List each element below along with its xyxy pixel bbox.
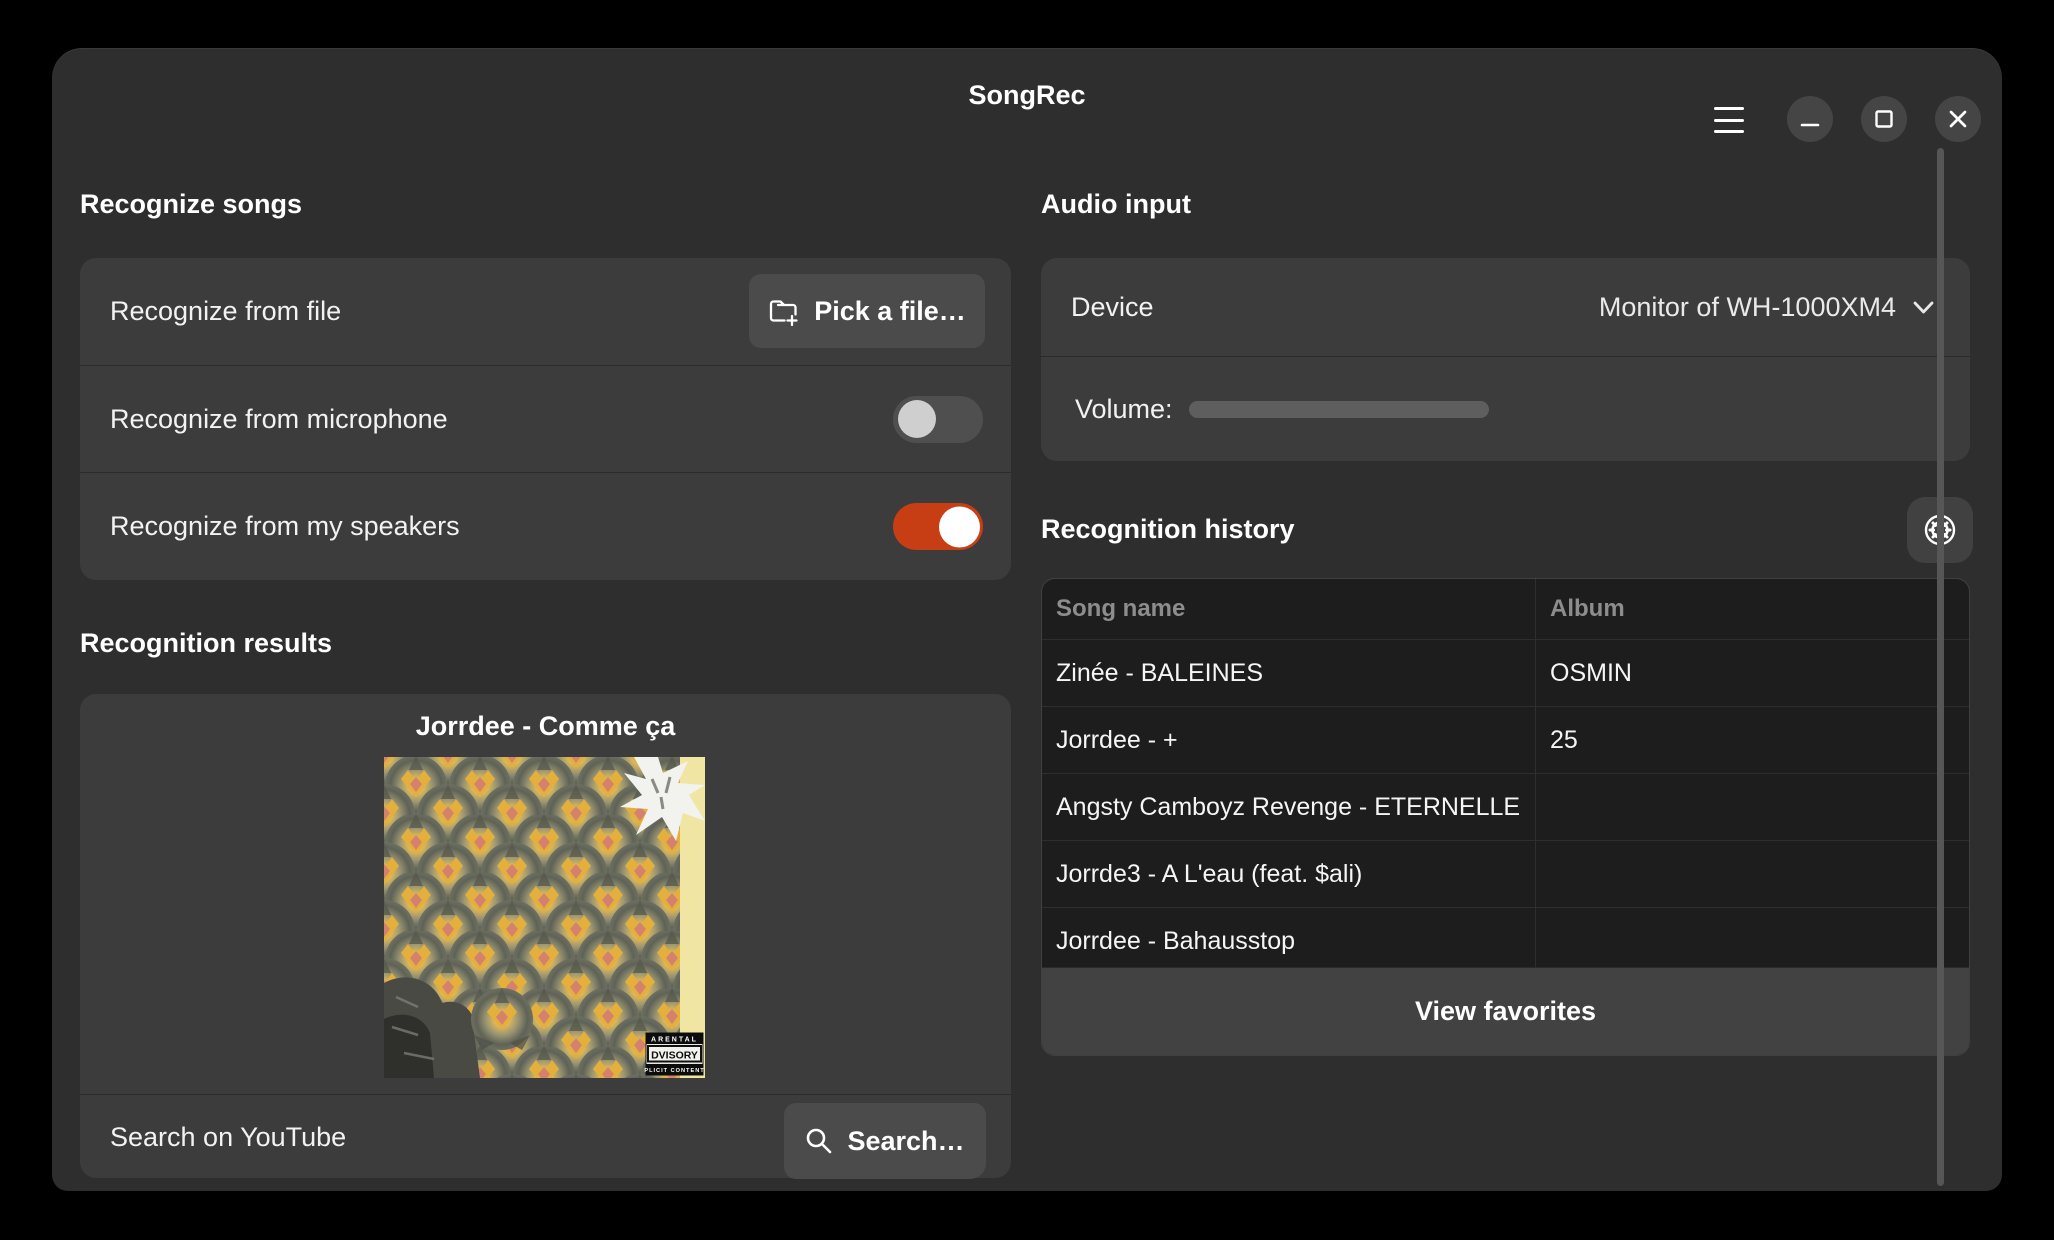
history-song-cell: Zinée - BALEINES	[1042, 639, 1535, 706]
history-song-cell: Angsty Camboyz Revenge - ETERNELLE	[1042, 773, 1535, 840]
songrec-window: SongRec Recognize songs Recognize from f…	[52, 48, 2002, 1191]
device-row: Device Monitor of WH-1000XM4	[1041, 258, 1970, 356]
history-album-cell	[1535, 907, 1969, 974]
recognize-songs-heading: Recognize songs	[80, 186, 302, 222]
history-row[interactable]: Jorrdee - Bahausstop	[1042, 907, 1969, 974]
hamburger-icon	[1714, 107, 1744, 110]
volume-label: Volume:	[1075, 394, 1173, 425]
recognition-history-heading: Recognition history	[1041, 511, 1295, 547]
youtube-search-button[interactable]: Search…	[784, 1103, 986, 1179]
window-title: SongRec	[52, 48, 2002, 142]
parental-advisory-label: ARENTAL DVISORY PLICIT CONTENT	[644, 1033, 704, 1075]
recognize-from-microphone-row: Recognize from microphone	[80, 365, 1011, 473]
history-row[interactable]: Angsty Camboyz Revenge - ETERNELLE	[1042, 773, 1969, 840]
audio-input-heading: Audio input	[1041, 186, 1191, 222]
history-song-cell: Jorrdee - Bahausstop	[1042, 907, 1535, 974]
column-header-album: Album	[1535, 579, 1969, 639]
history-song-cell: Jorrde3 - A L'eau (feat. $ali)	[1042, 840, 1535, 907]
youtube-search-label: Search…	[847, 1126, 964, 1157]
chevron-down-icon	[1910, 294, 1937, 321]
svg-text:DVISORY: DVISORY	[651, 1049, 698, 1061]
history-row[interactable]: Zinée - BALEINES OSMIN	[1042, 639, 1969, 706]
history-album-cell: OSMIN	[1535, 639, 1969, 706]
view-favorites-button[interactable]: View favorites	[1042, 967, 1969, 1055]
pick-a-file-button[interactable]: Pick a file…	[749, 274, 985, 348]
history-album-cell	[1535, 840, 1969, 907]
recognize-from-speakers-label: Recognize from my speakers	[110, 511, 893, 542]
device-selected-value: Monitor of WH-1000XM4	[1599, 292, 1896, 323]
close-icon	[1935, 96, 1981, 142]
audio-input-card: Device Monitor of WH-1000XM4 Volume:	[1041, 258, 1970, 461]
history-table-header: Song name Album	[1042, 579, 1969, 639]
volume-row: Volume:	[1041, 356, 1970, 461]
recognition-history-card: Song name Album Zinée - BALEINES OSMIN J…	[1041, 578, 1970, 1056]
speakers-toggle[interactable]	[893, 503, 983, 550]
device-dropdown[interactable]: Monitor of WH-1000XM4	[1593, 291, 1943, 324]
recognize-from-file-label: Recognize from file	[110, 296, 749, 327]
album-art: ARENTAL DVISORY PLICIT CONTENT	[384, 757, 705, 1078]
history-row[interactable]: Jorrdee - + 25	[1042, 706, 1969, 773]
recognize-from-microphone-label: Recognize from microphone	[110, 404, 893, 435]
history-song-cell: Jorrdee - +	[1042, 706, 1535, 773]
folder-new-icon	[768, 296, 800, 326]
recognize-card: Recognize from file Pick a file… Recogni…	[80, 258, 1011, 580]
history-album-cell	[1535, 773, 1969, 840]
recognize-from-speakers-row: Recognize from my speakers	[80, 472, 1011, 580]
close-button[interactable]	[1935, 96, 1981, 142]
pick-a-file-label: Pick a file…	[814, 296, 966, 327]
recognize-from-file-row: Recognize from file Pick a file…	[80, 258, 1011, 365]
recognition-results-heading: Recognition results	[80, 625, 332, 661]
recognition-results-card: Jorrdee - Comme ça	[80, 694, 1011, 1178]
svg-text:PLICIT CONTENT: PLICIT CONTENT	[644, 1068, 704, 1074]
history-row[interactable]: Jorrde3 - A L'eau (feat. $ali)	[1042, 840, 1969, 907]
microphone-toggle[interactable]	[893, 396, 983, 443]
maximize-button[interactable]	[1861, 96, 1907, 142]
toggle-knob	[939, 506, 980, 547]
toggle-knob	[898, 400, 936, 438]
device-label: Device	[1071, 292, 1593, 323]
magnifier-icon	[805, 1127, 833, 1155]
minimize-icon	[1787, 96, 1833, 142]
search-on-youtube-row: Search on YouTube Search…	[80, 1094, 1011, 1179]
recognized-song-title: Jorrdee - Comme ça	[80, 708, 1011, 744]
hamburger-menu-button[interactable]	[1714, 107, 1744, 133]
column-header-song-name: Song name	[1042, 579, 1535, 639]
minimize-button[interactable]	[1787, 96, 1833, 142]
vertical-scrollbar[interactable]	[1937, 148, 1944, 1186]
volume-level-bar	[1189, 401, 1489, 418]
history-album-cell: 25	[1535, 706, 1969, 773]
svg-text:ARENTAL: ARENTAL	[651, 1037, 698, 1044]
maximize-icon	[1861, 96, 1907, 142]
